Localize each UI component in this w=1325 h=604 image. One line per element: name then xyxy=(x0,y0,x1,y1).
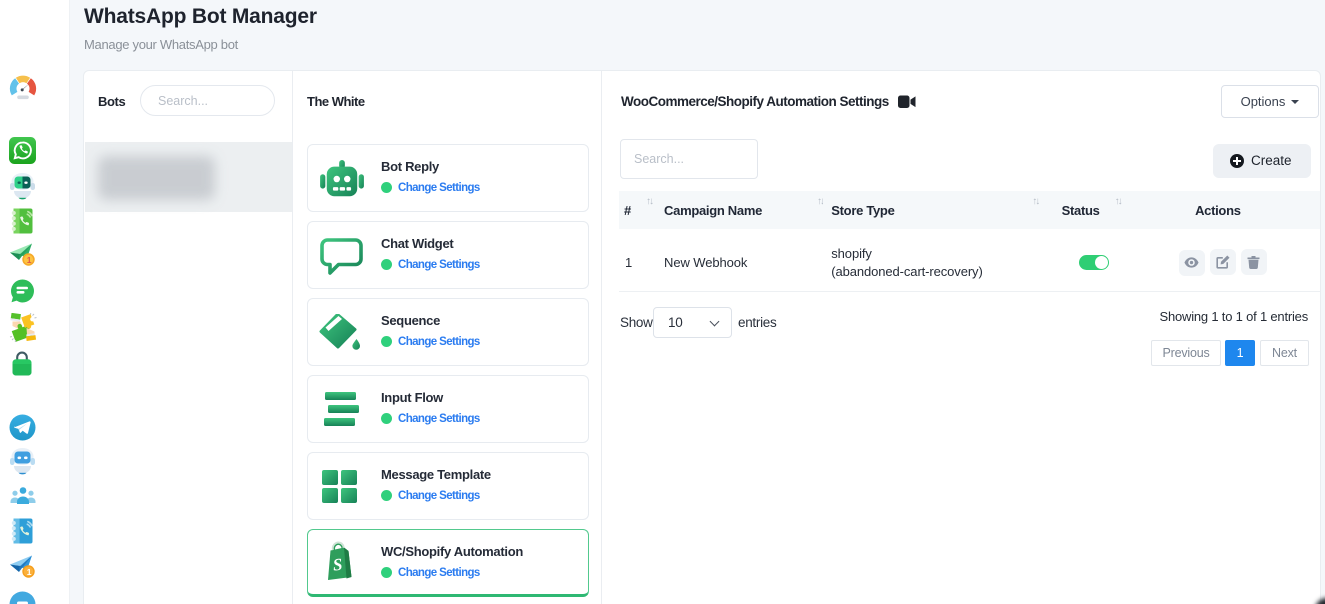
svg-text:S: S xyxy=(332,555,343,575)
svg-text:1: 1 xyxy=(27,255,32,265)
svg-text:1: 1 xyxy=(27,567,32,577)
